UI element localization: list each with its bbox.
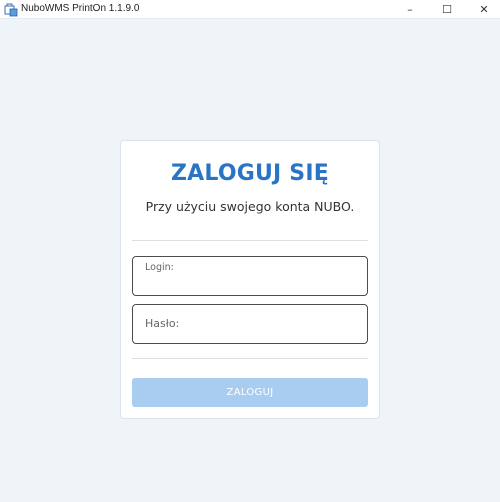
login-heading: ZALOGUJ SIĘ bbox=[171, 161, 329, 186]
password-field-label: Hasło: bbox=[145, 317, 180, 330]
close-button[interactable]: ✕ bbox=[466, 0, 500, 18]
login-button[interactable]: ZALOGUJ bbox=[132, 378, 368, 407]
login-subheading: Przy użyciu swojego konta NUBO. bbox=[145, 199, 355, 214]
divider-bottom bbox=[132, 358, 368, 359]
divider-top bbox=[132, 240, 368, 241]
window-titlebar[interactable]: NuboWMS PrintOn 1.1.9.0 – ☐ ✕ bbox=[0, 0, 500, 18]
window-title: NuboWMS PrintOn 1.1.9.0 bbox=[21, 3, 140, 14]
app-content: ZALOGUJ SIĘ Przy użyciu swojego konta NU… bbox=[0, 18, 500, 502]
app-icon bbox=[4, 2, 18, 17]
login-field[interactable]: Login: bbox=[132, 256, 368, 296]
maximize-button[interactable]: ☐ bbox=[429, 0, 465, 18]
login-field-label: Login: bbox=[145, 262, 174, 273]
minimize-button[interactable]: – bbox=[392, 0, 428, 18]
login-card: ZALOGUJ SIĘ Przy użyciu swojego konta NU… bbox=[120, 140, 380, 419]
password-field[interactable]: Hasło: bbox=[132, 304, 368, 344]
